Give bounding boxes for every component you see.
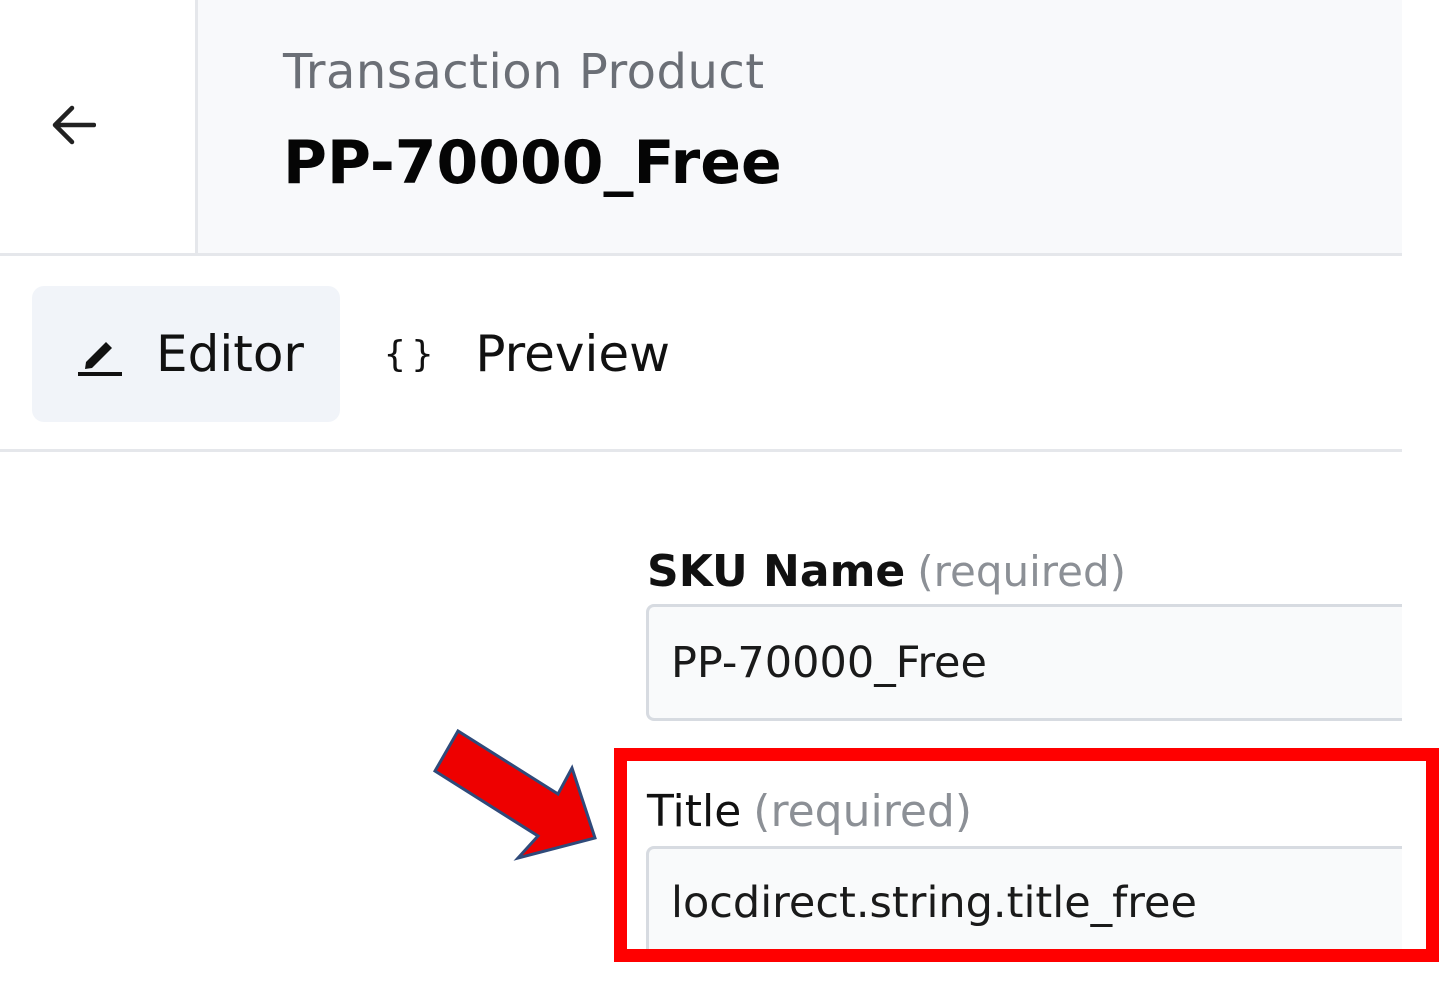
tab-preview[interactable]: {} Preview bbox=[372, 286, 692, 422]
sku-name-required-note: (required) bbox=[917, 547, 1127, 596]
back-cell bbox=[0, 0, 198, 253]
back-button[interactable] bbox=[38, 92, 108, 158]
page-header: Transaction Product PP-70000_Free bbox=[0, 0, 1402, 256]
title-label-text: Title bbox=[647, 786, 742, 837]
sku-name-label-text: SKU Name bbox=[647, 546, 906, 597]
tab-editor[interactable]: Editor bbox=[32, 286, 340, 422]
pencil-icon bbox=[76, 330, 124, 378]
sku-name-input[interactable]: PP-70000_Free bbox=[646, 604, 1402, 721]
tab-preview-label: Preview bbox=[475, 325, 670, 383]
title-input[interactable]: locdirect.string.title_free bbox=[646, 846, 1402, 956]
page-title: PP-70000_Free bbox=[283, 128, 782, 198]
title-required-note: (required) bbox=[753, 786, 972, 837]
braces-icon: {} bbox=[384, 333, 440, 375]
pointer-arrow-icon bbox=[432, 728, 597, 861]
title-cell: Transaction Product PP-70000_Free bbox=[198, 0, 1402, 253]
tab-editor-label: Editor bbox=[156, 325, 304, 383]
entity-type-label: Transaction Product bbox=[283, 44, 765, 100]
tab-bar: Editor {} Preview bbox=[0, 256, 1402, 452]
sku-name-label: SKU Name (required) bbox=[647, 546, 1126, 597]
page: Transaction Product PP-70000_Free Editor… bbox=[0, 0, 1439, 993]
title-label: Title (required) bbox=[647, 786, 972, 837]
arrow-left-icon bbox=[52, 105, 96, 145]
